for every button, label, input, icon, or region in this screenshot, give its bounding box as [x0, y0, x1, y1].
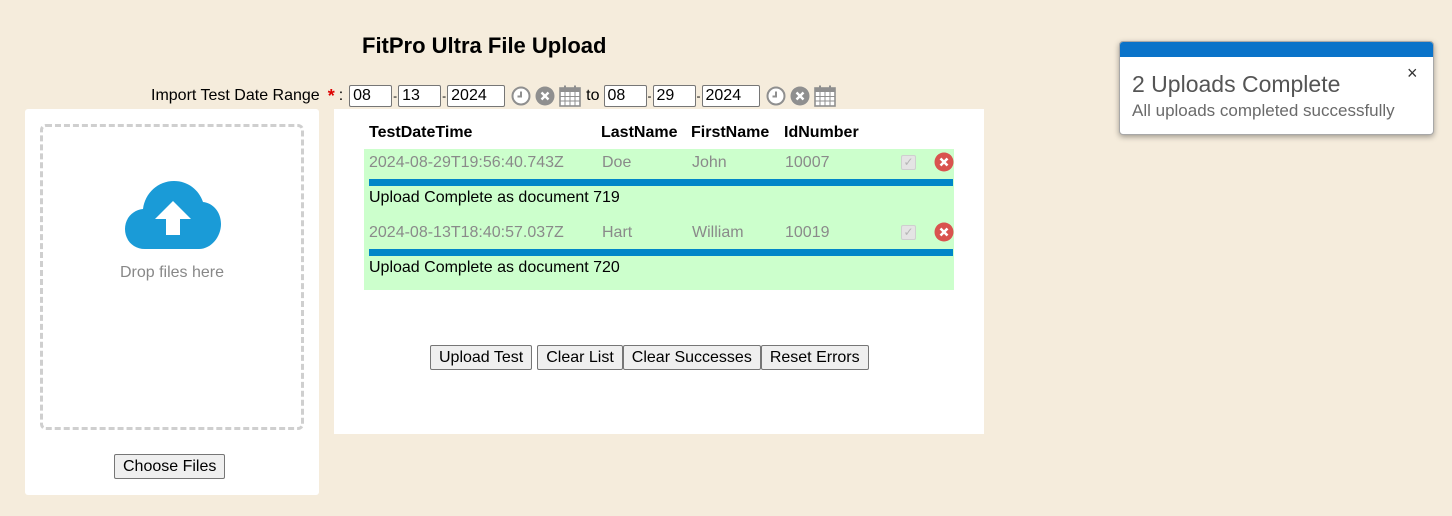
to-label: to [586, 87, 600, 104]
clear-list-button[interactable]: Clear List [537, 345, 623, 370]
from-year-input[interactable] [447, 85, 506, 107]
close-icon[interactable]: × [1407, 63, 1418, 84]
to-clear-icon[interactable] [790, 86, 810, 106]
action-buttons: Upload Test Clear List Clear Successes R… [430, 345, 869, 370]
upload-status-text: Upload Complete as document 720 [369, 259, 620, 276]
date-separator: - [393, 89, 398, 103]
remove-row-icon[interactable] [934, 152, 954, 172]
first-name: William [692, 224, 744, 241]
required-marker: * [327, 85, 335, 106]
notification-toast: 2 Uploads Complete All uploads completed… [1119, 41, 1434, 135]
from-today-clock-icon[interactable] [511, 86, 531, 106]
cloud-upload-icon [125, 181, 221, 249]
row-checkbox[interactable]: ✓ [901, 225, 916, 240]
from-day-input[interactable] [398, 85, 442, 107]
upload-progress-fill [369, 179, 953, 186]
column-header-testdatetime: TestDateTime [369, 124, 473, 141]
dropzone-panel: Drop files here Choose Files [25, 109, 319, 495]
remove-row-icon[interactable] [934, 222, 954, 242]
test-date-time: 2024-08-13T18:40:57.037Z [369, 224, 564, 241]
upload-progress-fill [369, 249, 953, 256]
from-month-input[interactable] [349, 85, 393, 107]
toast-message: All uploads completed successfully [1132, 101, 1395, 120]
date-separator: - [442, 89, 447, 103]
upload-list-panel: TestDateTime LastName FirstName IdNumber… [334, 109, 984, 434]
upload-progress-bar [369, 179, 953, 186]
to-month-input[interactable] [603, 85, 647, 107]
column-header-idnumber: IdNumber [784, 124, 859, 141]
to-day-input[interactable] [652, 85, 696, 107]
first-name: John [692, 154, 727, 171]
date-separator: - [696, 89, 701, 103]
id-number: 10007 [785, 154, 830, 171]
upload-progress-bar [369, 249, 953, 256]
column-header-firstname: FirstName [691, 124, 770, 141]
upload-list: 2024-08-29T19:56:40.743Z Doe John 10007 … [364, 149, 954, 290]
row-checkbox[interactable]: ✓ [901, 155, 916, 170]
toast-title: 2 Uploads Complete [1132, 71, 1341, 97]
column-header-lastname: LastName [601, 124, 678, 141]
to-year-input[interactable] [701, 85, 760, 107]
last-name: Doe [602, 154, 632, 171]
list-item: 2024-08-29T19:56:40.743Z Doe John 10007 … [364, 149, 954, 219]
date-range-filter: Import Test Date Range * : - - to - - [151, 83, 836, 109]
toast-accent-bar [1120, 42, 1433, 57]
choose-files-button[interactable]: Choose Files [114, 454, 226, 479]
id-number: 10019 [785, 224, 830, 241]
from-calendar-icon[interactable] [559, 85, 581, 107]
upload-test-button[interactable]: Upload Test [430, 345, 533, 370]
reset-errors-button[interactable]: Reset Errors [760, 345, 869, 370]
last-name: Hart [602, 224, 633, 241]
upload-status-text: Upload Complete as document 719 [369, 189, 620, 206]
to-calendar-icon[interactable] [813, 85, 836, 107]
clear-successes-button[interactable]: Clear Successes [622, 345, 761, 370]
list-item: 2024-08-13T18:40:57.037Z Hart William 10… [364, 219, 954, 289]
file-dropzone[interactable]: Drop files here [40, 124, 304, 430]
date-separator: - [647, 89, 652, 103]
date-range-label: Import Test Date Range [151, 87, 320, 104]
page-title: FitPro Ultra File Upload [362, 33, 607, 58]
label-colon: : [338, 87, 344, 104]
drop-files-text: Drop files here [119, 264, 225, 281]
test-date-time: 2024-08-29T19:56:40.743Z [369, 154, 564, 171]
to-today-clock-icon[interactable] [766, 86, 786, 106]
from-clear-icon[interactable] [535, 86, 555, 106]
